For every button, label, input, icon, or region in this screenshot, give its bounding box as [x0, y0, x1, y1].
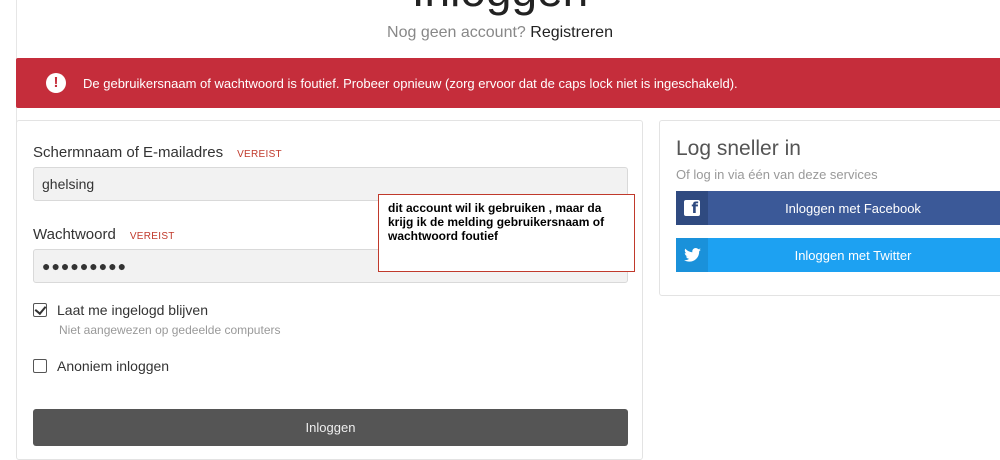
social-login-title: Log sneller in [676, 137, 801, 160]
login-form: Schermnaam of E-mailadres VEREIST ghelsi… [16, 120, 643, 460]
password-required-badge: VEREIST [129, 231, 175, 242]
social-login-subtitle: Of log in via één van deze services [676, 167, 878, 182]
register-link[interactable]: Registreren [530, 24, 613, 41]
login-page: Inloggen Nog geen account? Registreren !… [0, 0, 1000, 460]
twitter-login-label: Inloggen met Twitter [794, 247, 912, 263]
remember-me-label[interactable]: Laat me ingelogd blijven [57, 302, 208, 318]
anonymous-row: Anoniem inloggen [33, 358, 169, 374]
exclamation-icon: ! [46, 73, 66, 93]
facebook-login-label: Inloggen met Facebook [785, 200, 921, 216]
social-login-panel: Log sneller in Of log in via één van dez… [659, 120, 1000, 296]
password-label: Wachtwoord [33, 226, 116, 243]
error-alert: ! De gebruikersnaam of wachtwoord is fou… [16, 58, 1000, 108]
facebook-login-button[interactable]: f Inloggen met Facebook [676, 191, 1000, 225]
password-label-row: Wachtwoord VEREIST [33, 226, 175, 243]
remember-me-hint: Niet aangewezen op gedeelde computers [59, 323, 281, 337]
remember-me-row: Laat me ingelogd blijven [33, 302, 208, 318]
error-message: De gebruikersnaam of wachtwoord is fouti… [83, 75, 738, 91]
register-prompt-text: Nog geen account? [387, 24, 526, 41]
twitter-icon [676, 238, 708, 272]
anonymous-checkbox[interactable] [33, 359, 47, 373]
username-label-row: Schermnaam of E-mailadres VEREIST [33, 144, 282, 161]
register-prompt: Nog geen account? Registreren [0, 23, 1000, 43]
user-annotation-note: dit account wil ik gebruiken , maar da k… [378, 194, 635, 272]
username-label: Schermnaam of E-mailadres [33, 144, 224, 161]
username-required-badge: VEREIST [237, 149, 282, 160]
login-button[interactable]: Inloggen [33, 409, 628, 446]
remember-me-checkbox[interactable] [33, 303, 47, 317]
twitter-login-button[interactable]: Inloggen met Twitter [676, 238, 1000, 272]
facebook-icon: f [676, 191, 708, 225]
anonymous-label[interactable]: Anoniem inloggen [57, 358, 169, 374]
page-title: Inloggen [0, 0, 1000, 14]
